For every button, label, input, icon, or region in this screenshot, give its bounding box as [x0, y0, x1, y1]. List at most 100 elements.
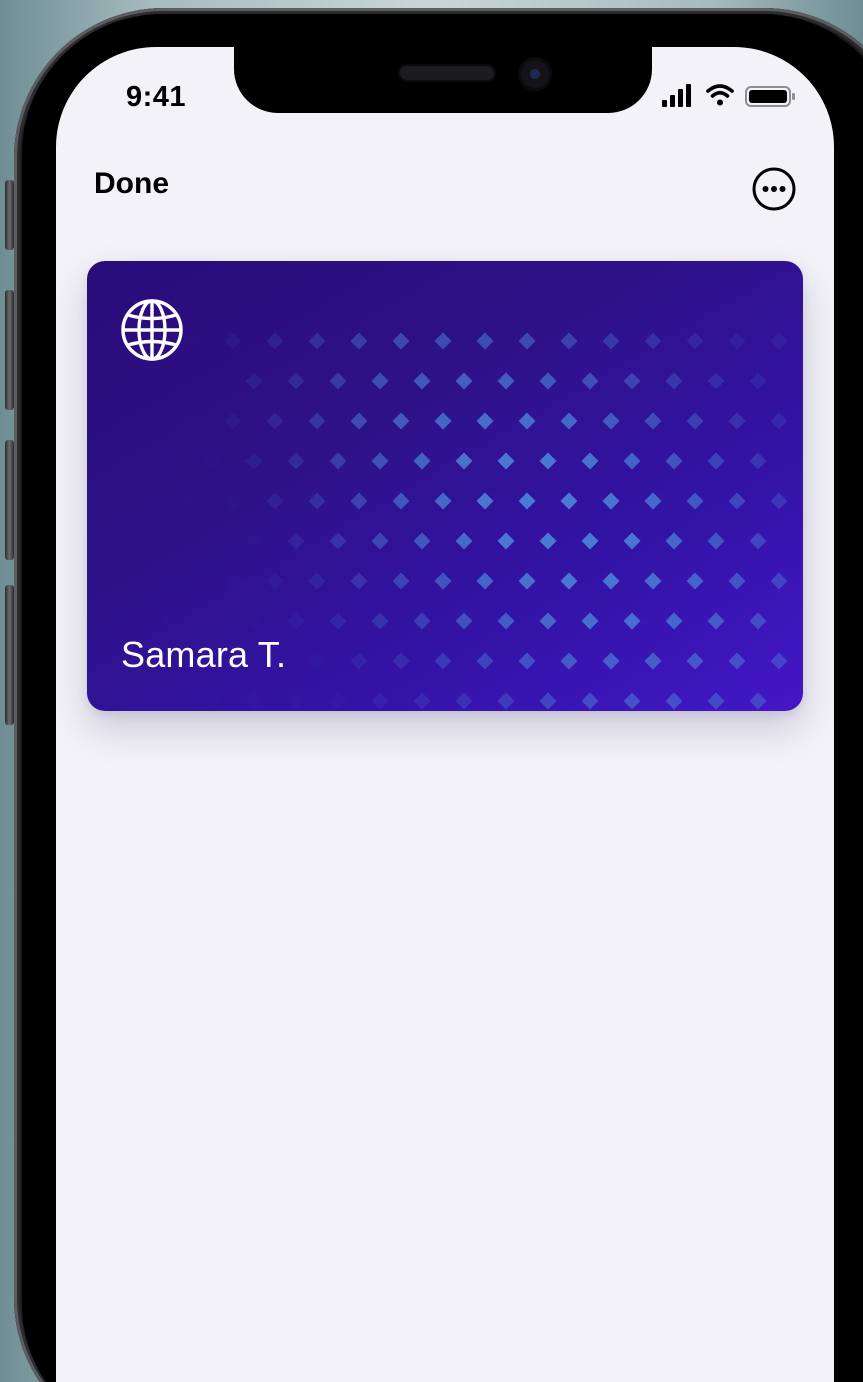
pattern-diamond — [350, 652, 368, 670]
pattern-diamond — [329, 692, 347, 710]
pattern-diamond — [434, 412, 452, 430]
pattern-diamond — [183, 573, 200, 590]
pattern-diamond — [308, 492, 326, 510]
pattern-diamond — [329, 372, 347, 390]
pattern-diamond — [371, 372, 389, 390]
pattern-diamond — [770, 652, 788, 670]
pattern-diamond — [686, 652, 704, 670]
pattern-diamond — [246, 613, 263, 630]
pattern-diamond — [707, 452, 725, 470]
pattern-diamond — [539, 452, 557, 470]
battery-icon — [745, 86, 795, 107]
pattern-diamond — [266, 572, 284, 590]
pattern-diamond — [162, 373, 179, 390]
status-icons — [662, 81, 802, 111]
pattern-diamond — [204, 693, 221, 710]
pattern-diamond — [434, 572, 452, 590]
pattern-diamond — [434, 492, 452, 510]
pattern-diamond — [225, 493, 242, 510]
pattern-diamond — [413, 532, 431, 550]
pattern-diamond — [623, 612, 641, 630]
pattern-diamond — [141, 573, 158, 590]
pattern-diamond — [287, 532, 305, 550]
pattern-diamond — [623, 532, 641, 550]
pattern-diamond — [350, 412, 368, 430]
pattern-diamond — [141, 493, 158, 510]
pattern-diamond — [686, 412, 704, 430]
earpiece-speaker — [398, 64, 496, 82]
pattern-diamond — [204, 373, 221, 390]
pattern-diamond — [371, 532, 389, 550]
phone-screen: 9:41 Done Samara T. — [56, 47, 834, 1382]
pattern-diamond — [455, 612, 473, 630]
pattern-diamond — [644, 652, 662, 670]
pattern-diamond — [707, 612, 725, 630]
pattern-diamond — [770, 332, 788, 350]
volume-down-button — [5, 440, 14, 560]
pattern-diamond — [665, 452, 683, 470]
pattern-diamond — [770, 492, 788, 510]
ellipsis-circle-icon[interactable] — [750, 165, 798, 213]
pattern-diamond — [476, 412, 494, 430]
volume-up-button — [5, 290, 14, 410]
pattern-diamond — [371, 452, 389, 470]
pattern-diamond — [602, 492, 620, 510]
pattern-diamond — [581, 612, 599, 630]
pattern-diamond — [162, 613, 179, 630]
pattern-diamond — [329, 612, 347, 630]
front-camera — [518, 57, 552, 91]
pattern-diamond — [204, 613, 221, 630]
pattern-diamond — [644, 332, 662, 350]
pattern-diamond — [287, 692, 305, 710]
pattern-diamond — [204, 533, 221, 550]
done-button[interactable]: Done — [94, 167, 169, 201]
pass-card[interactable]: Samara T. — [87, 261, 803, 711]
pattern-diamond — [560, 332, 578, 350]
pattern-diamond — [602, 332, 620, 350]
pattern-diamond — [266, 412, 284, 430]
pattern-diamond — [518, 572, 536, 590]
pattern-diamond — [392, 412, 410, 430]
pattern-diamond — [560, 652, 578, 670]
pattern-diamond — [602, 652, 620, 670]
pattern-diamond — [308, 412, 326, 430]
pattern-diamond — [749, 452, 767, 470]
pattern-diamond — [371, 612, 389, 630]
pattern-diamond — [455, 692, 473, 710]
pattern-diamond — [183, 493, 200, 510]
pattern-diamond — [581, 372, 599, 390]
pattern-diamond — [350, 332, 368, 350]
pattern-diamond — [497, 532, 515, 550]
pattern-diamond — [476, 652, 494, 670]
pattern-diamond — [246, 533, 263, 550]
pattern-diamond — [770, 572, 788, 590]
pattern-diamond — [434, 652, 452, 670]
pattern-diamond — [329, 532, 347, 550]
pattern-diamond — [539, 612, 557, 630]
pattern-diamond — [539, 372, 557, 390]
pattern-diamond — [455, 532, 473, 550]
pattern-diamond — [686, 332, 704, 350]
pattern-diamond — [434, 332, 452, 350]
pattern-diamond — [518, 412, 536, 430]
pattern-diamond — [518, 332, 536, 350]
notch — [234, 47, 652, 113]
pattern-diamond — [350, 492, 368, 510]
wifi-icon — [706, 84, 734, 106]
card-holder-name: Samara T. — [121, 634, 287, 675]
pattern-diamond — [497, 692, 515, 710]
pattern-diamond — [225, 573, 242, 590]
pattern-diamond — [455, 452, 473, 470]
status-time: 9:41 — [126, 81, 187, 113]
pattern-diamond — [623, 452, 641, 470]
pattern-diamond — [644, 412, 662, 430]
pattern-diamond — [707, 692, 725, 710]
pattern-diamond — [245, 452, 263, 470]
pattern-diamond — [329, 452, 347, 470]
pattern-diamond — [749, 532, 767, 550]
pattern-diamond — [287, 372, 305, 390]
pattern-diamond — [141, 413, 158, 430]
pattern-diamond — [665, 372, 683, 390]
pattern-diamond — [623, 372, 641, 390]
pattern-diamond — [749, 692, 767, 710]
